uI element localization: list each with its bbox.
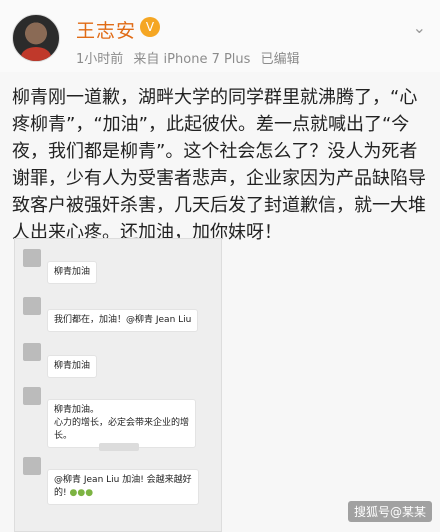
chat-line: 柳青加油。	[54, 405, 100, 415]
post-time: 1小时前	[76, 52, 124, 67]
watermark: 搜狐号@某某	[347, 501, 432, 522]
chat-bubble: 柳青加油	[47, 355, 98, 378]
chevron-down-icon[interactable]: ⌄	[413, 18, 426, 37]
time-chip	[99, 443, 139, 451]
chat-line: 长。	[54, 431, 73, 441]
post-source: 来自 iPhone 7 Plus	[133, 52, 251, 67]
emoji-icon: ●●●	[69, 488, 94, 498]
chat-bubble: @柳青 Jean Liu 加油! 会越来越好 的! ●●●	[47, 469, 199, 505]
chat-avatar	[23, 249, 41, 267]
chat-screenshot[interactable]: 柳青加油 我们都在，加油！@柳青 Jean Liu 柳青加油 柳青加油。 心力的…	[14, 238, 222, 532]
chat-avatar	[23, 387, 41, 405]
chat-bubble: 我们都在，加油！@柳青 Jean Liu	[47, 309, 199, 332]
post-text: 柳青刚一道歉，湖畔大学的同学群里就沸腾了，“心疼柳青”，“加油”，此起彼伏。差一…	[12, 87, 426, 243]
chat-avatar	[23, 457, 41, 475]
author-name[interactable]: 王志安	[76, 16, 136, 43]
chat-avatar	[23, 297, 41, 315]
post-meta: 1小时前 来自 iPhone 7 Plus 已编辑	[76, 48, 306, 67]
post-edited-label[interactable]: 已编辑	[261, 52, 300, 67]
chat-bubble: 柳青加油	[47, 261, 98, 284]
chat-line: 的! ●●●	[54, 487, 192, 500]
avatar-shirt	[21, 47, 51, 61]
avatar[interactable]	[12, 14, 60, 62]
chat-bubble: 柳青加油。 心力的增长，必定会带来企业的增 长。	[47, 399, 197, 448]
chat-avatar	[23, 343, 41, 361]
post-header: 王志安 V 1小时前 来自 iPhone 7 Plus 已编辑 ⌄	[0, 0, 440, 72]
chat-line-text: 的!	[54, 488, 67, 498]
chat-line: 心力的增长，必定会带来企业的增	[54, 418, 190, 428]
vip-icon: V	[140, 17, 160, 37]
chat-line: @柳青 Jean Liu 加油! 会越来越好	[54, 475, 192, 485]
